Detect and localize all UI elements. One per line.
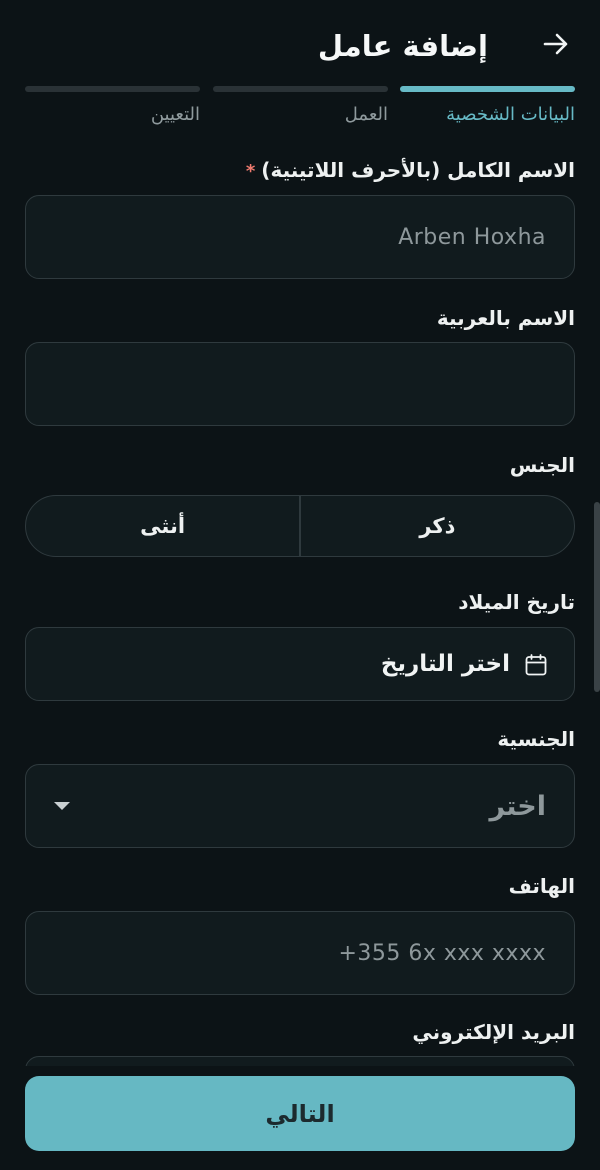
step-label: العمل [344, 104, 388, 125]
email-label: البريد الإلكتروني [412, 1020, 575, 1044]
full-name-label: الاسم الكامل (بالأحرف اللاتينية)* [246, 158, 575, 182]
step-progress-bar [213, 86, 388, 92]
segment-divider [299, 496, 301, 556]
arabic-name-input[interactable] [25, 342, 575, 426]
gender-label: الجنس [509, 453, 575, 477]
nationality-label: الجنسية [497, 727, 575, 751]
add-worker-screen: إضافة عامل البيانات الشخصية العمل التعيي… [0, 0, 600, 1170]
nationality-select[interactable]: اختر [25, 764, 575, 848]
arrow-right-icon [543, 33, 568, 55]
scrollbar[interactable] [594, 502, 600, 692]
gender-option-female[interactable]: أنثى [26, 496, 299, 556]
birth-date-placeholder: اختر التاريخ [380, 651, 510, 677]
step-assignment[interactable]: التعيين [25, 86, 200, 136]
next-button[interactable]: التالي [25, 1076, 575, 1151]
calendar-icon [525, 654, 547, 676]
full-name-input[interactable]: Arben Hoxha [25, 195, 575, 279]
full-name-label-text: الاسم الكامل (بالأحرف اللاتينية) [261, 158, 575, 182]
birth-date-picker[interactable]: اختر التاريخ [25, 627, 575, 701]
full-name-placeholder: Arben Hoxha [398, 224, 546, 250]
step-personal-data[interactable]: البيانات الشخصية [400, 86, 575, 136]
back-button[interactable] [536, 24, 576, 64]
header: إضافة عامل [0, 0, 600, 86]
step-label: البيانات الشخصية [446, 104, 575, 125]
step-label: التعيين [150, 104, 200, 125]
gender-segmented-control: ذكر أنثى [25, 495, 575, 557]
birth-date-label: تاريخ الميلاد [458, 590, 575, 614]
step-work[interactable]: العمل [213, 86, 388, 136]
chevron-down-icon [54, 802, 70, 810]
page-title: إضافة عامل [317, 29, 488, 63]
phone-label: الهاتف [508, 874, 575, 898]
nationality-placeholder: اختر [489, 790, 546, 822]
stepper: البيانات الشخصية العمل التعيين [25, 86, 575, 136]
arabic-name-label: الاسم بالعربية [436, 306, 575, 330]
required-mark: * [245, 161, 256, 182]
step-progress-bar [400, 86, 575, 92]
phone-placeholder: +355 6x xxx xxxx [338, 940, 546, 966]
gender-option-male[interactable]: ذكر [301, 496, 574, 556]
phone-input[interactable]: +355 6x xxx xxxx [25, 911, 575, 995]
step-progress-bar [25, 86, 200, 92]
